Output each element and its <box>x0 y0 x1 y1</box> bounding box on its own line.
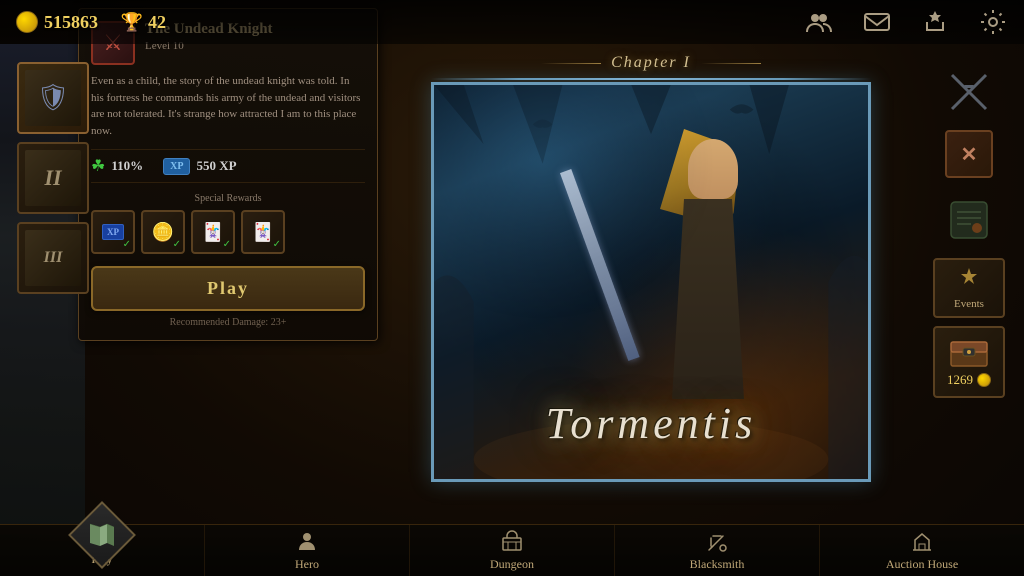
rewards-row: XP ✓ 🪙 ✓ 🃏 ✓ 🃏 ✓ <box>91 210 365 254</box>
character-slot-1[interactable]: 🛡 <box>17 62 89 134</box>
character-slot-2[interactable]: II <box>17 142 89 214</box>
xp-badge: XP <box>163 158 190 175</box>
chest-count-display: 1269 <box>947 372 991 388</box>
nav-play[interactable]: Play <box>0 525 205 576</box>
map-scroll-icon <box>947 198 991 242</box>
topbar-left: 515863 🏆 42 <box>16 11 166 33</box>
special-rewards-label: Special Rewards <box>91 193 365 204</box>
game-title: Tormentis <box>546 398 756 449</box>
nav-hero[interactable]: Hero <box>205 525 410 576</box>
hero-icon <box>295 530 319 554</box>
character-slot-3[interactable]: III <box>17 222 89 294</box>
chapter-title: Chapter I <box>531 54 771 72</box>
mail-button[interactable] <box>862 7 892 37</box>
coin-reward-icon: 🪙 <box>152 222 174 243</box>
close-button[interactable]: ✕ <box>945 130 993 178</box>
character-2-icon: II <box>44 165 61 191</box>
blacksmith-icon <box>705 530 729 554</box>
xp-stat: XP 550 XP <box>163 158 236 175</box>
group-button[interactable] <box>804 7 834 37</box>
events-icon <box>955 266 983 294</box>
quest-play-button[interactable]: Play <box>91 266 365 311</box>
auction-nav-icon <box>908 529 936 555</box>
dungeon-nav-icon <box>498 529 526 555</box>
xp-reward-icon: XP <box>102 224 124 240</box>
reward-coin: 🪙 ✓ <box>141 210 185 254</box>
reward-4-check: ✓ <box>273 239 281 250</box>
bottom-nav: Play Hero Dungeon Blacksmi <box>0 524 1024 576</box>
trophy-icon: 🏆 <box>122 11 142 33</box>
blacksmith-nav-icon <box>703 529 731 555</box>
card-2-icon: 🃏 <box>252 222 274 243</box>
quest-panel: ⚔ The Undead Knight Level 10 Even as a c… <box>78 8 378 341</box>
quest-description: Even as a child, the story of the undead… <box>91 73 365 139</box>
topbar-right <box>804 7 1008 37</box>
nav-auction[interactable]: Auction House <box>820 525 1024 576</box>
reward-card-2: 🃏 ✓ <box>241 210 285 254</box>
play-nav-inner <box>84 517 120 553</box>
chest-icon <box>949 336 989 368</box>
reward-card-1: 🃏 ✓ <box>191 210 235 254</box>
auction-icon <box>910 530 934 554</box>
chest-amount: 1269 <box>947 372 973 388</box>
events-button[interactable]: Events <box>933 258 1005 318</box>
chest-button[interactable]: 1269 <box>933 326 1005 398</box>
xp-value: 550 XP <box>196 158 236 174</box>
character-1-icon: 🛡 <box>36 83 69 113</box>
quest-stats: ☘ 110% XP 550 XP <box>91 149 365 183</box>
nav-blacksmith-label: Blacksmith <box>690 557 745 572</box>
map-icon-area <box>933 62 1005 122</box>
reward-3-check: ✓ <box>223 239 231 250</box>
game-canvas: Tormentis <box>434 85 868 479</box>
nav-dungeon-label: Dungeon <box>490 557 534 572</box>
luck-value: 110% <box>111 158 143 174</box>
gold-currency: 515863 <box>16 11 98 33</box>
right-sidebar: ✕ Events 1269 <box>914 52 1024 398</box>
game-image-area[interactable]: Tormentis <box>431 82 871 482</box>
settings-button[interactable] <box>978 7 1008 37</box>
events-label: Events <box>954 298 984 310</box>
topbar: 515863 🏆 42 <box>0 0 1024 44</box>
center-area: Chapter I <box>388 48 914 482</box>
gold-amount: 515863 <box>44 12 98 33</box>
character-3-icon: III <box>44 249 63 267</box>
reward-2-check: ✓ <box>173 239 181 250</box>
left-sidebar: 🛡 II III <box>8 52 98 294</box>
small-coin-icon <box>977 373 991 387</box>
dungeon-icon <box>500 530 524 554</box>
crossed-swords-icon <box>944 67 994 117</box>
nav-hero-label: Hero <box>295 557 319 572</box>
recommended-damage: Recommended Damage: 23+ <box>91 317 365 328</box>
play-map-icon <box>87 520 117 550</box>
coin-icon <box>16 11 38 33</box>
trophy-currency: 🏆 42 <box>122 11 166 33</box>
chapter-deco-line <box>431 78 871 80</box>
reward-1-check: ✓ <box>123 239 131 250</box>
hero-nav-icon <box>293 529 321 555</box>
nav-dungeon[interactable]: Dungeon <box>410 525 615 576</box>
scroll-icon-area <box>933 190 1005 250</box>
guild-button[interactable] <box>920 7 950 37</box>
trophy-amount: 42 <box>148 12 166 33</box>
luck-stat: ☘ 110% <box>91 156 143 176</box>
nav-blacksmith[interactable]: Blacksmith <box>615 525 820 576</box>
nav-auction-label: Auction House <box>886 557 958 572</box>
card-1-icon: 🃏 <box>202 222 224 243</box>
